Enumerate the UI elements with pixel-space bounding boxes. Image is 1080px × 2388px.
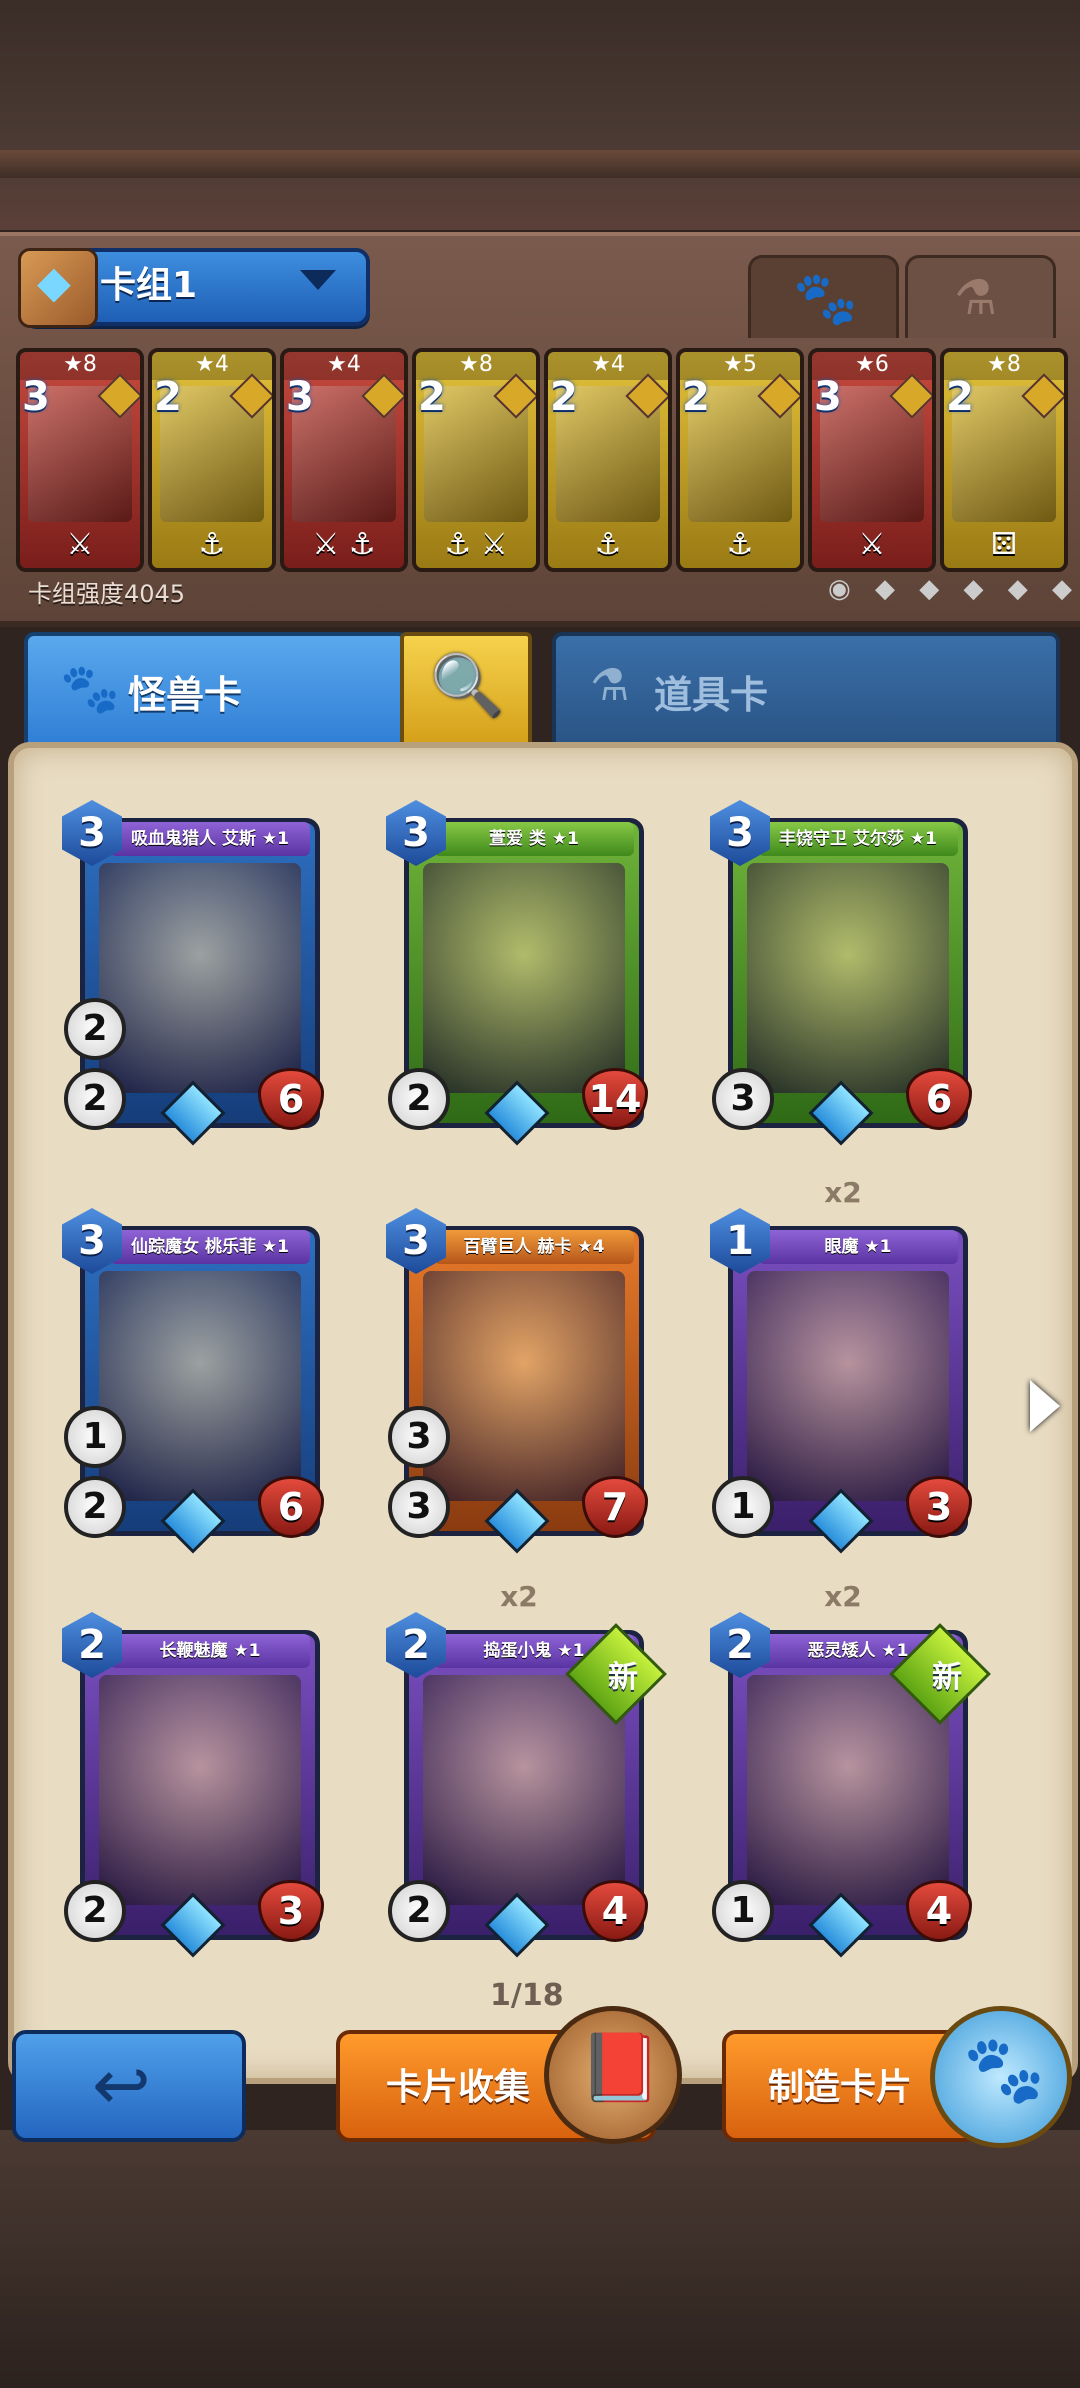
monster-card[interactable]: 仙踪魔女 桃乐菲 ★1 3 1 2 6 xyxy=(62,1208,324,1554)
card-art xyxy=(747,1675,949,1905)
slot-cost: 2 xyxy=(682,374,710,420)
deck-power: 卡组强度4045 xyxy=(28,580,186,608)
tab-monster-cards-label: 怪兽卡 xyxy=(128,673,243,717)
card-shield: 1 xyxy=(64,1406,126,1468)
card-name: 吸血鬼猎人 艾斯 ★1 xyxy=(110,822,310,856)
deck-slot-card[interactable]: ★5 2 ⚓ xyxy=(676,348,804,572)
card-name: 仙踪魔女 桃乐菲 ★1 xyxy=(110,1230,310,1264)
page-indicator: 1/18 xyxy=(490,1978,564,2013)
card-attack: 2 xyxy=(64,1476,126,1538)
paw-icon: 🐾 xyxy=(60,661,120,717)
card-shield: 2 xyxy=(64,998,126,1060)
card-copies: x2 xyxy=(500,1580,538,1613)
card-copies: x2 xyxy=(824,1176,862,1209)
back-arrow-icon: ↩ xyxy=(92,2044,151,2126)
card-art xyxy=(99,863,301,1093)
monster-card[interactable]: x2 恶灵矮人 ★1 2 1 4 新 xyxy=(710,1580,991,1958)
monster-card[interactable]: 吸血鬼猎人 艾斯 ★1 3 2 2 6 xyxy=(62,800,324,1146)
card-book-icon[interactable]: 📕 xyxy=(544,2006,682,2144)
tab-monster-deck[interactable]: 🐾 xyxy=(748,255,899,338)
card-collection-label: 卡片收集 xyxy=(386,2067,531,2108)
tab-item-cards-label: 道具卡 xyxy=(654,673,769,717)
card-art xyxy=(747,1271,949,1501)
card-art xyxy=(747,863,949,1093)
card-art xyxy=(423,863,625,1093)
slot-cost: 2 xyxy=(550,374,578,420)
deck-name: 卡组1 xyxy=(100,265,198,306)
card-name: 百臂巨人 赫卡 ★4 xyxy=(434,1230,634,1264)
slot-cost: 3 xyxy=(286,374,314,420)
deck-book-icon: ◆ xyxy=(18,248,98,328)
slot-weapon-icons: ⚓ xyxy=(198,527,226,562)
search-icon: 🔍 xyxy=(430,651,505,721)
card-health: 14 xyxy=(582,1068,648,1130)
card-attack: 2 xyxy=(64,1880,126,1942)
new-badge: 新 xyxy=(932,1660,962,1695)
monster-card[interactable]: 萱爱 类 ★1 3 2 14 xyxy=(386,800,648,1146)
card-shield: 3 xyxy=(388,1406,450,1468)
deck-slot-card[interactable]: ★8 3 ⚔ xyxy=(16,348,144,572)
card-copies: x2 xyxy=(824,1580,862,1613)
card-attack: 1 xyxy=(712,1476,774,1538)
monster-card[interactable]: 长鞭魅魔 ★1 2 2 3 xyxy=(62,1612,324,1958)
slot-weapon-icons: ⚔ ⚓ xyxy=(312,527,376,562)
bottom-wood-frame xyxy=(0,2130,1080,2388)
slot-cost: 2 xyxy=(946,374,974,420)
paw-icon: 🐾 xyxy=(793,269,858,329)
new-badge: 新 xyxy=(608,1660,638,1695)
deck-slot-card[interactable]: ★4 3 ⚔ ⚓ xyxy=(280,348,408,572)
top-wood-frame xyxy=(0,0,1080,230)
potion-flask-icon[interactable]: 🐾 xyxy=(930,2006,1072,2148)
craft-card-label: 制造卡片 xyxy=(768,2067,913,2108)
slot-weapon-icons: ⚓ ⚔ xyxy=(444,527,508,562)
card-art xyxy=(99,1675,301,1905)
slot-cost: 2 xyxy=(418,374,446,420)
deck-slot-card[interactable]: ★4 2 ⚓ xyxy=(148,348,276,572)
slot-weapon-icons: ⚓ xyxy=(594,527,622,562)
card-name: 眼魔 ★1 xyxy=(758,1230,958,1264)
slot-cost: 2 xyxy=(154,374,182,420)
card-attack: 3 xyxy=(388,1476,450,1538)
card-name: 长鞭魅魔 ★1 xyxy=(110,1634,310,1668)
slot-weapon-icons: ⚄ xyxy=(990,527,1018,562)
deck-slot-card[interactable]: ★8 2 ⚄ xyxy=(940,348,1068,572)
potion-icon: ⚗ xyxy=(954,270,998,326)
card-attack: 3 xyxy=(712,1068,774,1130)
card-art xyxy=(423,1271,625,1501)
card-attack: 2 xyxy=(64,1068,126,1130)
card-name: 萱爱 类 ★1 xyxy=(434,822,634,856)
monster-card[interactable]: 丰饶守卫 艾尔莎 ★1 3 3 6 xyxy=(710,800,972,1146)
deck-slot-card[interactable]: ★6 3 ⚔ xyxy=(808,348,936,572)
slot-cost: 3 xyxy=(22,374,50,420)
monster-card[interactable]: 百臂巨人 赫卡 ★4 3 3 3 7 xyxy=(386,1208,648,1554)
chevron-down-icon[interactable] xyxy=(300,270,336,290)
slot-weapon-icons: ⚓ xyxy=(726,527,754,562)
slot-cost: 3 xyxy=(814,374,842,420)
element-filter-row[interactable]: ◉ ◆ ◆ ◆ ◆ ◆ xyxy=(828,574,1080,604)
card-attack: 2 xyxy=(388,1068,450,1130)
slot-weapon-icons: ⚔ xyxy=(66,527,94,562)
card-attack: 1 xyxy=(712,1880,774,1942)
tab-potion-deck[interactable]: ⚗ xyxy=(905,255,1056,338)
card-art xyxy=(423,1675,625,1905)
card-art xyxy=(99,1271,301,1501)
deck-slot-card[interactable]: ★4 2 ⚓ xyxy=(544,348,672,572)
potion-icon: ⚗ xyxy=(590,660,630,711)
deck-slot-card[interactable]: ★8 2 ⚓ ⚔ xyxy=(412,348,540,572)
card-attack: 2 xyxy=(388,1880,450,1942)
card-name: 丰饶守卫 艾尔莎 ★1 xyxy=(758,822,958,856)
back-button[interactable]: ↩ xyxy=(12,2030,246,2142)
monster-card[interactable]: x2 眼魔 ★1 1 1 3 xyxy=(710,1176,972,1554)
next-page-arrow-icon[interactable] xyxy=(1030,1380,1060,1432)
monster-card[interactable]: x2 捣蛋小鬼 ★1 2 2 4 新 xyxy=(386,1580,667,1958)
slot-weapon-icons: ⚔ xyxy=(858,527,886,562)
search-button[interactable]: 🔍 xyxy=(400,632,532,748)
